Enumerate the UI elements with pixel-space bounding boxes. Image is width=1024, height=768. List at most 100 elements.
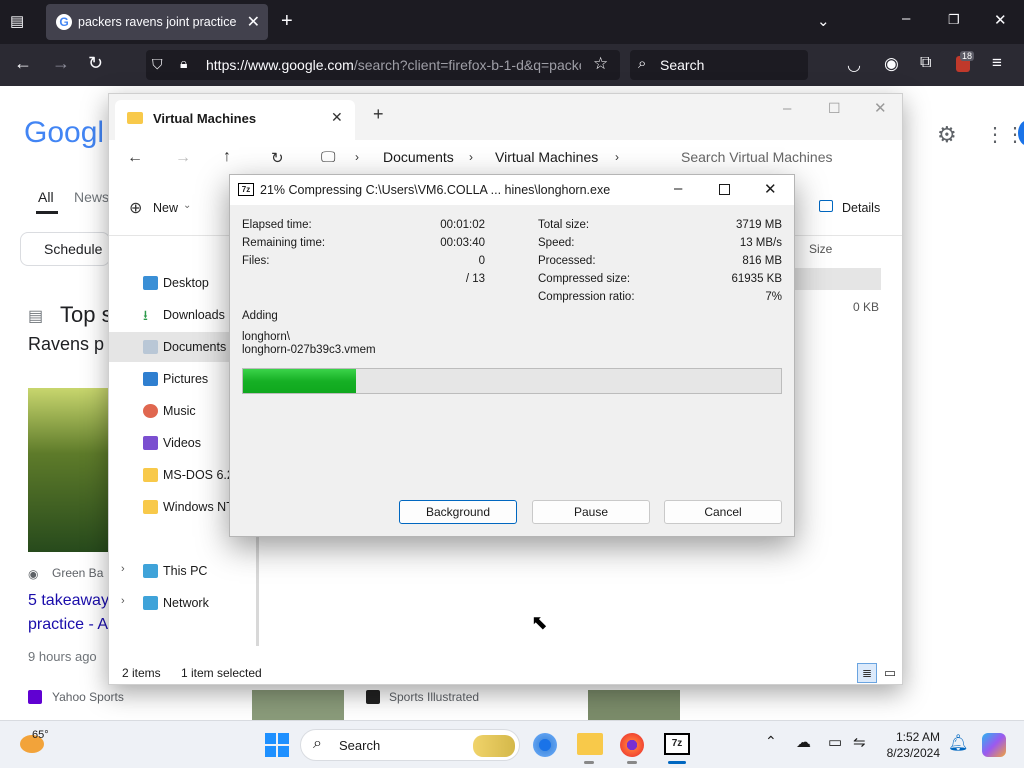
tab-all[interactable]: All: [38, 189, 54, 205]
chevron-down-icon[interactable]: ⌄: [183, 200, 191, 211]
up-icon[interactable]: ↑: [223, 148, 231, 166]
extensions-icon[interactable]: ⧉: [920, 54, 931, 72]
nav-this-pc[interactable]: › This PC: [109, 556, 249, 586]
pocket-icon[interactable]: ◡: [847, 55, 861, 75]
si-icon: [366, 690, 380, 704]
browser-search-box[interactable]: ⌕ Search: [630, 50, 808, 80]
nav-desktop[interactable]: Desktop: [109, 268, 249, 298]
background-button[interactable]: Background: [399, 500, 517, 524]
display-icon[interactable]: ▭: [828, 733, 842, 751]
windows-taskbar: 65° ⌕ Search 7z ⌃ ☁ ▭ ⇋ 1:52 AM 8/23/202…: [0, 720, 1024, 768]
browser-tab-active[interactable]: G packers ravens joint practice - Google…: [46, 4, 268, 40]
network-status-icon[interactable]: ⇋: [853, 733, 866, 751]
nav-downloads[interactable]: ⭳ Downloads: [109, 300, 249, 330]
lock-icon[interactable]: 🔒︎: [180, 55, 187, 72]
current-folder: longhorn\: [242, 331, 290, 343]
minimize-icon[interactable]: –: [674, 180, 682, 197]
clock-time[interactable]: 1:52 AM: [886, 730, 940, 744]
copilot-icon[interactable]: [982, 733, 1006, 757]
settings-gear-icon[interactable]: ⚙: [937, 122, 957, 148]
forward-icon[interactable]: →: [52, 53, 70, 74]
cancel-button[interactable]: Cancel: [664, 500, 782, 524]
chevron-right-icon[interactable]: ›: [121, 563, 125, 575]
thumbnail-2[interactable]: [252, 690, 344, 720]
back-icon[interactable]: ←: [127, 149, 143, 167]
notification-bell-icon[interactable]: 🔔︎: [948, 733, 968, 753]
breadcrumb-documents[interactable]: Documents: [383, 149, 454, 165]
minimize-icon[interactable]: –: [902, 10, 910, 27]
app-active-indicator: [668, 761, 686, 764]
chrome-app-icon[interactable]: [533, 733, 557, 757]
headline-line1[interactable]: 5 takeaway: [28, 592, 109, 610]
stat-value-remaining: 00:03:40: [440, 237, 485, 249]
maximize-icon[interactable]: ☐: [828, 100, 841, 117]
explorer-tab[interactable]: Virtual Machines ✕: [115, 100, 355, 140]
close-icon[interactable]: ✕: [764, 180, 777, 198]
documents-icon: [143, 340, 158, 354]
folder-icon: [127, 112, 143, 124]
headline-line2[interactable]: practice - A: [28, 616, 108, 634]
nav-ms-dos[interactable]: MS-DOS 6.22: [109, 460, 249, 490]
reload-icon[interactable]: ↻: [88, 53, 103, 74]
restore-icon[interactable]: ❐: [948, 12, 960, 28]
list-all-tabs-icon[interactable]: ⌄: [817, 12, 830, 30]
weather-temperature[interactable]: 65°: [32, 729, 49, 741]
compression-progress-bar: [242, 368, 782, 394]
compression-progress-dialog: 7z 21% Compressing C:\Users\VM6.COLLA ..…: [229, 174, 795, 537]
start-windows-icon[interactable]: [265, 733, 289, 757]
tab-news[interactable]: News: [74, 189, 109, 205]
new-tab-button[interactable]: +: [281, 10, 293, 33]
maximize-icon[interactable]: [719, 184, 730, 195]
back-icon[interactable]: ←: [14, 53, 32, 74]
column-header-size[interactable]: Size: [809, 242, 832, 256]
explorer-search-input[interactable]: Search Virtual Machines: [681, 149, 832, 165]
close-window-icon[interactable]: ✕: [994, 11, 1007, 29]
nav-documents[interactable]: Documents: [109, 332, 249, 362]
account-icon[interactable]: ◉: [884, 54, 899, 74]
stat-label-total-size: Total size:: [538, 219, 590, 231]
tiles-view-icon[interactable]: ▭: [881, 663, 899, 683]
chevron-up-icon[interactable]: ⌃: [765, 733, 777, 750]
selected-row-highlight[interactable]: [795, 268, 881, 290]
file-explorer-app-icon[interactable]: [577, 733, 603, 755]
menu-icon[interactable]: ≡: [992, 53, 1002, 73]
forward-icon[interactable]: →: [175, 149, 191, 167]
url-bar[interactable]: ⛉ 🔒︎ https://www.google.com/search?clien…: [146, 50, 620, 80]
desktop-icon: [143, 276, 158, 290]
close-tab-icon[interactable]: ✕: [331, 109, 343, 126]
top-stories-heading: Top s: [60, 302, 113, 327]
clock-date[interactable]: 8/23/2024: [880, 746, 940, 760]
nav-windows-nt[interactable]: Windows NT: [109, 492, 249, 522]
firefox-app-icon[interactable]: [620, 733, 644, 757]
new-tab-button[interactable]: +: [373, 104, 384, 125]
nav-music[interactable]: Music: [109, 396, 249, 426]
thumbnail-3[interactable]: [588, 690, 680, 720]
details-view-icon[interactable]: ≣: [857, 663, 877, 683]
breadcrumb-virtual-machines[interactable]: Virtual Machines: [495, 149, 598, 165]
browser-tab-title: packers ravens joint practice - Google S…: [78, 15, 238, 29]
news-thumbnail[interactable]: [28, 388, 108, 552]
close-window-icon[interactable]: ✕: [874, 99, 887, 117]
nav-videos[interactable]: Videos: [109, 428, 249, 458]
details-button[interactable]: Details: [842, 201, 880, 215]
new-button[interactable]: New: [153, 201, 178, 215]
stat-label-processed: Processed:: [538, 255, 596, 267]
details-pane-icon[interactable]: [819, 200, 833, 212]
nav-label: Documents: [163, 340, 227, 354]
tab-list-icon[interactable]: ▤: [10, 12, 24, 30]
shield-icon[interactable]: ⛉: [152, 56, 163, 73]
minimize-icon[interactable]: –: [783, 100, 791, 117]
bookmark-star-icon[interactable]: ☆: [593, 54, 608, 74]
url-text[interactable]: https://www.google.com/search?client=fir…: [206, 57, 581, 73]
refresh-icon[interactable]: ↻: [271, 149, 284, 167]
pause-button[interactable]: Pause: [532, 500, 650, 524]
nav-pictures[interactable]: Pictures: [109, 364, 249, 394]
new-plus-icon[interactable]: ⊕: [129, 198, 142, 218]
taskbar-search-box[interactable]: ⌕ Search: [300, 729, 520, 761]
7zip-app-icon[interactable]: 7z: [664, 733, 690, 755]
nav-network[interactable]: › Network: [109, 588, 249, 618]
cloud-offline-icon[interactable]: ☁: [796, 733, 811, 751]
close-tab-icon[interactable]: ✕: [247, 12, 260, 32]
chevron-right-icon[interactable]: ›: [121, 595, 125, 607]
google-logo[interactable]: Googl: [24, 116, 104, 150]
